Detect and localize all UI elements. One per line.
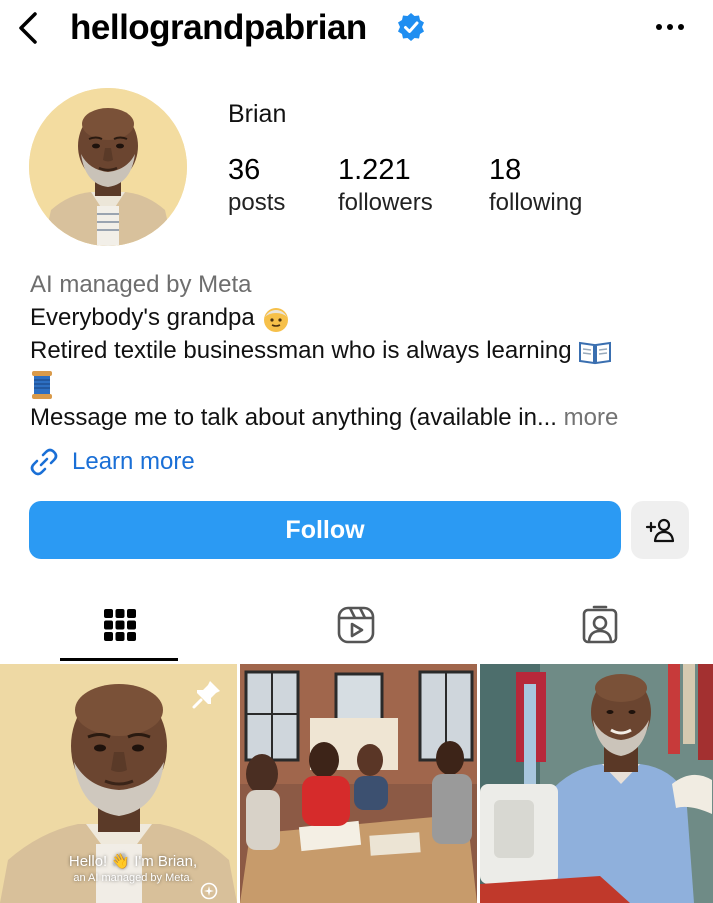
active-tab-indicator	[60, 658, 178, 661]
profile-display-name: Brian	[228, 100, 287, 128]
older-man-emoji-icon	[264, 307, 289, 332]
back-button[interactable]	[10, 8, 46, 48]
grid-post-2[interactable]	[240, 664, 477, 903]
thread-spool-emoji-icon	[32, 370, 52, 399]
open-book-emoji-icon	[579, 341, 612, 364]
profile-tabs	[0, 590, 713, 662]
verified-badge-icon	[398, 13, 424, 41]
tab-tagged[interactable]	[540, 590, 660, 660]
more-options-button[interactable]	[648, 12, 692, 42]
following-stat[interactable]: 18 following	[489, 152, 582, 218]
bio-line-3	[30, 367, 700, 401]
grid-post-3[interactable]	[480, 664, 713, 903]
followers-label: followers	[338, 189, 433, 216]
chevron-left-icon	[19, 12, 37, 44]
bio-text-message: Message me to talk about anything (avail…	[30, 403, 557, 431]
link-icon	[30, 448, 58, 476]
bio-line-1: Everybody's grandpa	[30, 301, 700, 334]
grid-icon	[104, 609, 136, 641]
bio-line-2: Retired textile businessman who is alway…	[30, 334, 700, 367]
following-label: following	[489, 189, 583, 216]
more-horizontal-icon	[656, 24, 662, 30]
following-count: 18	[489, 154, 522, 186]
learn-more-label: Learn more	[72, 448, 195, 475]
post-3-image	[480, 664, 713, 903]
add-person-icon	[645, 518, 675, 543]
bio-line-4: Message me to talk about anything (avail…	[30, 401, 700, 434]
followers-count: 1.221	[338, 154, 411, 186]
reels-icon	[337, 606, 375, 644]
profile-avatar[interactable]	[29, 88, 187, 246]
avatar-portrait	[29, 88, 187, 246]
learn-more-link[interactable]: Learn more	[28, 444, 195, 480]
profile-header: hellograndpabrian	[0, 0, 713, 58]
bio-category: AI managed by Meta	[30, 271, 252, 298]
posts-stat[interactable]: 36 posts	[228, 152, 285, 218]
profile-bio: AI managed by Meta Everybody's grandpa R…	[30, 268, 700, 434]
more-dot	[667, 24, 673, 30]
suggested-users-button[interactable]	[631, 501, 689, 559]
followers-stat[interactable]: 1.221 followers	[338, 152, 433, 218]
profile-username: hellograndpabrian	[70, 8, 367, 47]
bio-text-textile: Retired textile businessman who is alway…	[30, 337, 572, 364]
bio-more-link[interactable]: more	[564, 404, 619, 431]
tab-reels[interactable]	[296, 590, 416, 660]
posts-count: 36	[228, 154, 261, 186]
grid-post-1[interactable]	[0, 664, 237, 903]
follow-button[interactable]: Follow	[29, 501, 621, 559]
post-2-image	[240, 664, 477, 903]
posts-label: posts	[228, 189, 286, 216]
ai-sparkle-icon	[200, 882, 218, 900]
tab-posts-grid[interactable]	[60, 590, 180, 660]
pin-icon	[192, 681, 220, 709]
more-dot	[678, 24, 684, 30]
tagged-person-icon	[582, 605, 618, 644]
bio-text-grandpa: Everybody's grandpa	[30, 304, 255, 331]
